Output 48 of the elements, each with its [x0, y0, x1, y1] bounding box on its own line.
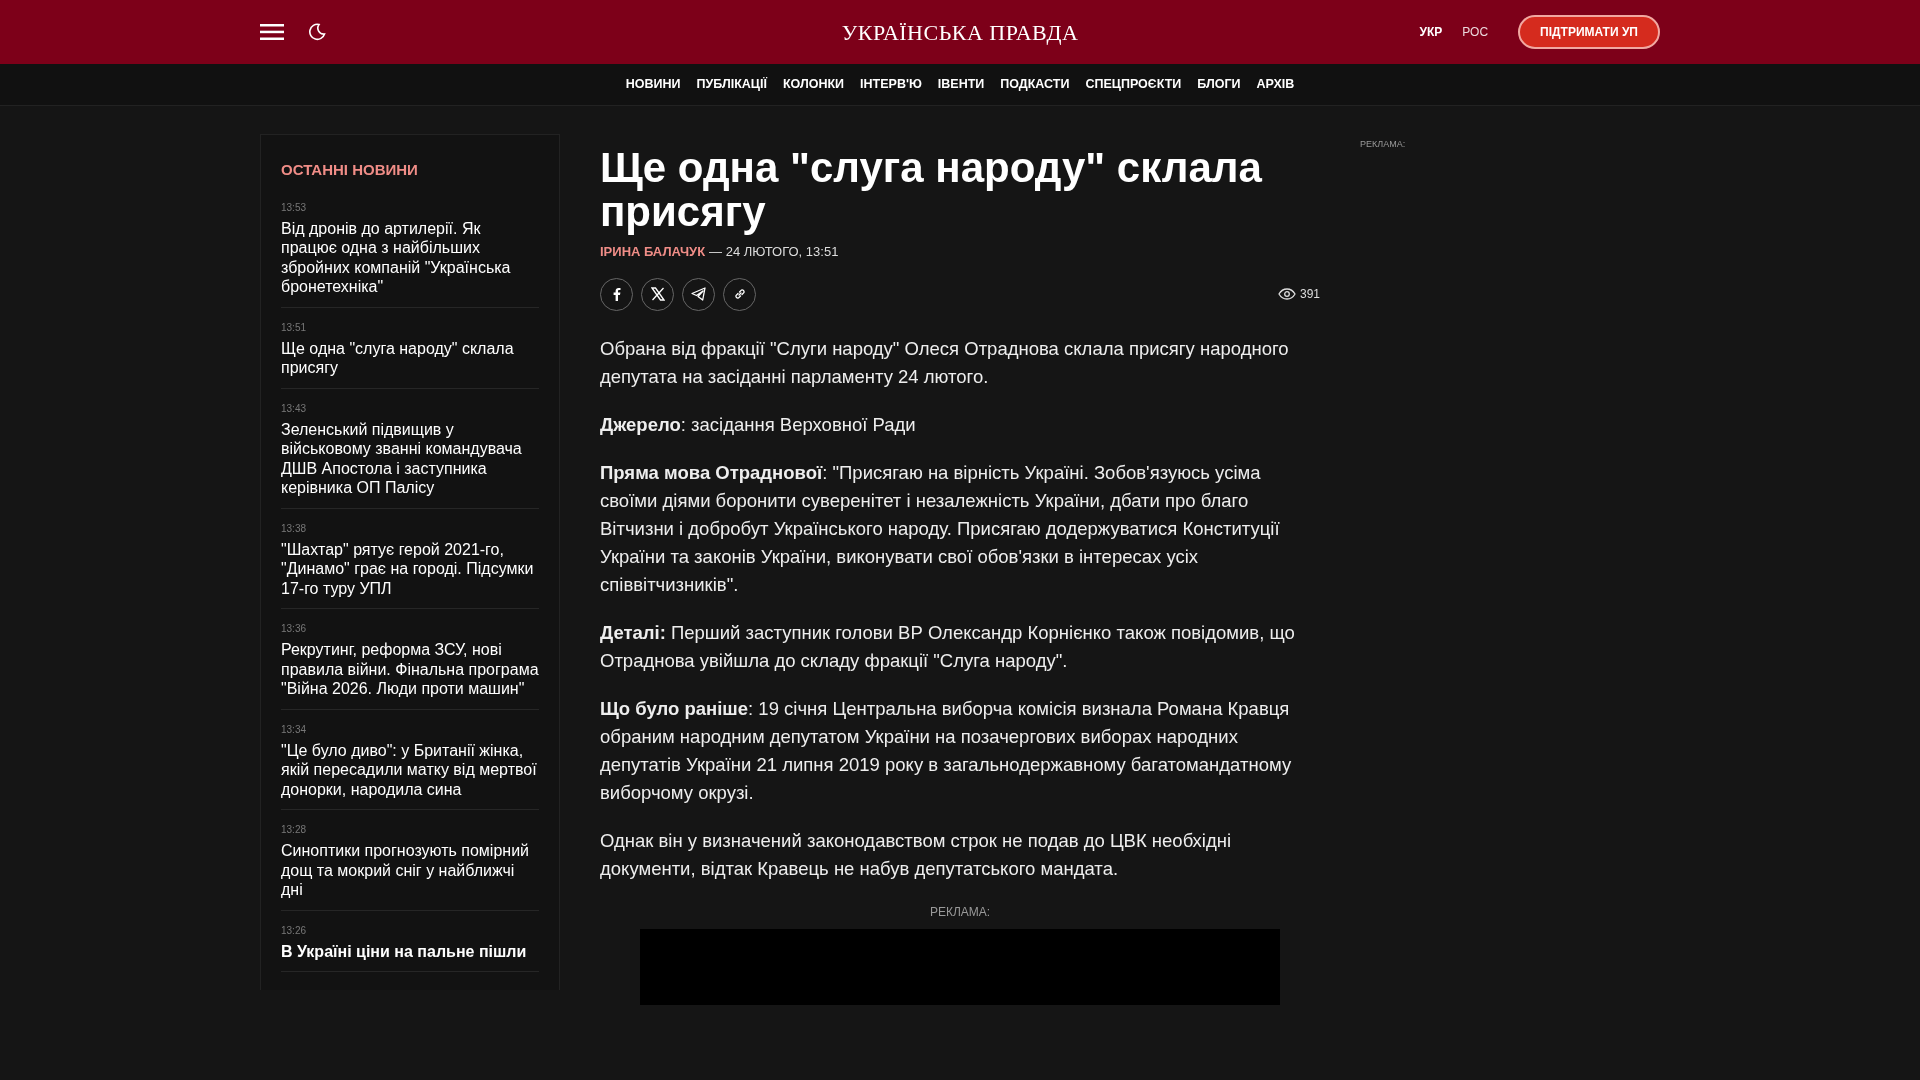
- article-title: Ще одна "слуга народу" склала присягу: [600, 146, 1263, 234]
- site-logo[interactable]: УКРАЇНСЬКА ПРАВДА: [841, 15, 1079, 49]
- moon-icon[interactable]: [308, 23, 326, 41]
- language-link[interactable]: УКР: [1413, 23, 1449, 41]
- ad-label: РЕКЛАМА:: [928, 903, 992, 921]
- support-button[interactable]: ПІДТРИМАТИ УП: [1518, 15, 1660, 49]
- nav-link[interactable]: АРХІВ: [1256, 75, 1295, 94]
- eye-icon: [1277, 288, 1296, 300]
- nav-link[interactable]: КОЛОНКИ: [782, 75, 845, 94]
- paper-plane-icon: [691, 287, 706, 301]
- nav-link[interactable]: НОВИНИ: [625, 75, 681, 94]
- link-icon: [732, 287, 747, 301]
- news-time: 13:38: [281, 521, 308, 536]
- publish-date: — 24 ЛЮТОГО, 13:51: [709, 243, 839, 261]
- news-headline[interactable]: Рекрутинг, реформа ЗСУ, нові правила війни. Фінальна програма "Війна 2026. Люди проти машин": [281, 640, 539, 699]
- article-paragraph: Що було раніше: 19 січня Центральна виборча комісія визнала Романа Кравця обраним народним депутатом України на позачергових виборах народних депутатів України 21 липня 2019 року в загальнодержавному багатомандатному виборчому окрузі.: [600, 696, 1293, 805]
- menu-icon[interactable]: [260, 24, 284, 40]
- news-headline[interactable]: Ще одна "слуга народу" склала присягу: [281, 338, 539, 378]
- author-link[interactable]: ІРИНА БАЛАЧУК: [600, 242, 706, 262]
- x-logo-icon: [650, 287, 665, 301]
- nav-link[interactable]: ПОДКАСТИ: [1000, 75, 1070, 94]
- nav-link[interactable]: ІНТЕРВ'Ю: [860, 75, 922, 94]
- news-time: 13:51: [281, 320, 308, 335]
- news-headline[interactable]: "Це було диво": у Британії жінка, якій пересадили матку від мертвої донорки, народила сина: [281, 740, 539, 799]
- article-paragraph: Пряма мова Отраднової: "Присягаю на вірність Україні. Зобов'язуюсь усіма своїми діями боронити суверенітет і незалежність України, дбати про благо Вітчизни і добробут Українського народу. Присягаю додержуватися Конституції України та законів України, виконувати свої обов'язки в інтересах усіх співвітчизників".: [600, 460, 1281, 597]
- news-headline[interactable]: Синоптики прогнозують помірний дощ та мокрий сніг у найближчі дні: [281, 841, 539, 900]
- section-title: ОСТАННІ НОВИНИ: [281, 160, 419, 180]
- nav-link[interactable]: ПУБЛІКАЦІЇ: [696, 75, 767, 94]
- article-paragraph: Деталі: Перший заступник голови ВР Олександр Корнієнко також повідомив, що Отраднова увійшла до складу фракції "Слуга народу".: [600, 620, 1296, 673]
- article-paragraph: Обрана від фракції "Слуги народу" Олеся Отраднова склала присягу народного депутата на засіданні парламенту 24 лютого.: [600, 336, 1290, 389]
- article-paragraph: Однак він у визначений законодавством строк не подав до ЦВК необхідні документи, відтак Кравець не набув депутатського мандата.: [600, 828, 1233, 881]
- news-headline[interactable]: Від дронів до артилерії. Як працює одна з найбільших збройних компаній "Українська бронетехніка": [281, 218, 539, 297]
- view-count: 391: [1299, 286, 1320, 303]
- news-time: 13:43: [281, 401, 308, 416]
- news-headline[interactable]: "Шахтар" рятує герой 2021-го, "Динамо" грає на городі. Підсумки 17-го туру УПЛ: [281, 539, 539, 598]
- nav-link[interactable]: СПЕЦПРОЄКТИ: [1085, 75, 1182, 94]
- news-time: 13:36: [281, 622, 308, 636]
- news-time: 13:53: [281, 200, 308, 215]
- language-link[interactable]: РОС: [1456, 23, 1495, 41]
- news-time: 13:26: [281, 923, 308, 938]
- nav-link[interactable]: БЛОГИ: [1197, 75, 1241, 94]
- article-paragraph: Джерело: засідання Верховної Ради: [600, 412, 917, 437]
- news-headline[interactable]: Зеленський підвищив у військовому званні командувача ДШВ Апостола і заступника керівника ОП Палісу: [281, 419, 539, 498]
- news-time: 13:34: [281, 722, 308, 737]
- nav-link[interactable]: ІВЕНТИ: [937, 75, 985, 94]
- ad-label: РЕКЛАМА:: [1360, 138, 1406, 151]
- news-headline[interactable]: В Україні ціни на пальне пішли: [281, 941, 539, 961]
- news-time: 13:28: [281, 823, 308, 837]
